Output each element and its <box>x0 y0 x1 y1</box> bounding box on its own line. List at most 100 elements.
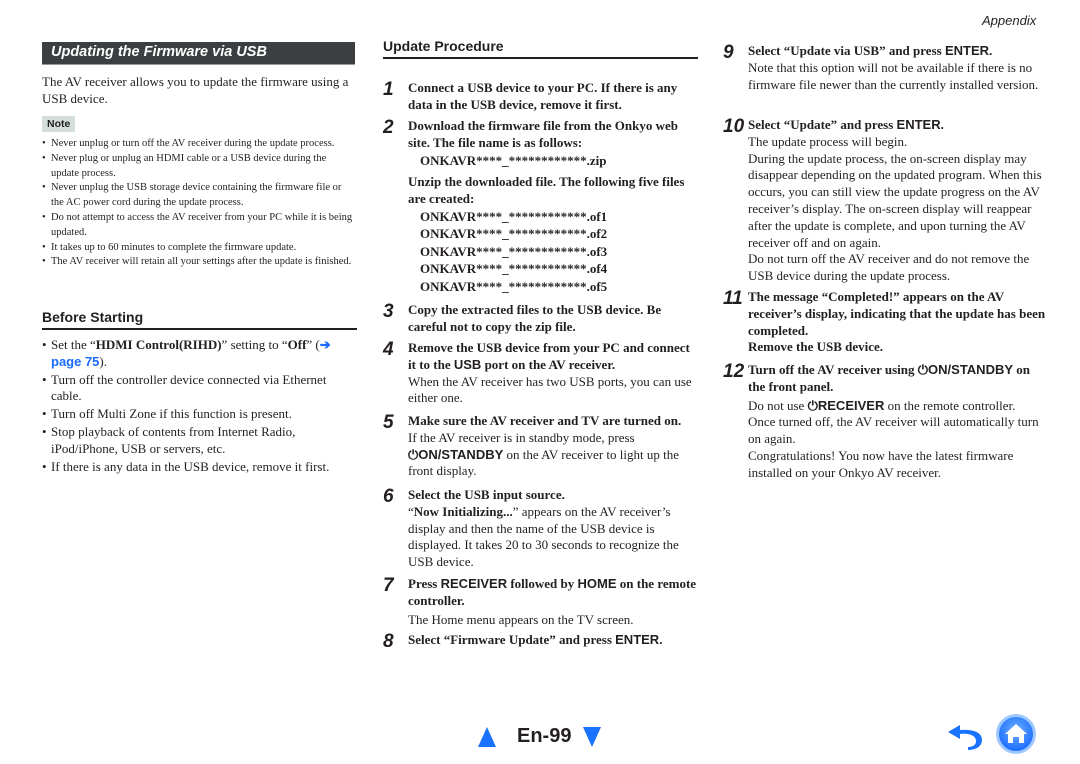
step-description: Do not use ⏻RECEIVER on the remote contr… <box>748 398 1048 415</box>
step-title: Select the USB input source. <box>408 487 565 502</box>
step-7: 7 Press RECEIVER followed by HOME on the… <box>383 576 703 628</box>
text: . <box>989 43 993 58</box>
home-key: HOME <box>577 576 617 591</box>
step-description: “Now Initializing...” appears on the AV … <box>408 504 698 571</box>
next-page-icon[interactable] <box>583 727 601 747</box>
status-message: Now Initializing... <box>413 503 513 519</box>
step-number: 7 <box>383 575 394 596</box>
extracted-filename: ONKAVR****_************.of2 <box>420 226 608 242</box>
note-list: Never unplug or turn off the AV receiver… <box>42 137 355 270</box>
text: ). <box>99 353 108 369</box>
step-warning: Do not turn off the AV receiver and do n… <box>748 251 1030 284</box>
step-number: 8 <box>383 631 394 652</box>
step-number: 11 <box>723 288 743 309</box>
step-12: 12 Turn off the AV receiver using ⏻ON/ST… <box>723 362 1048 482</box>
step-title: Connect a USB device to your PC. If ther… <box>408 80 678 112</box>
step-description: The Home menu appears on the TV screen. <box>408 611 634 627</box>
step-title: Select “Update via USB” and press ENTER. <box>748 43 1048 60</box>
update-procedure-heading: Update Procedure <box>383 38 698 59</box>
step-6: 6 Select the USB input source. “Now Init… <box>383 487 698 571</box>
note-item: Do not attempt to access the AV receiver… <box>42 211 355 241</box>
step-9: 9 Select “Update via USB” and press ENTE… <box>723 43 1048 93</box>
before-starting-heading: Before Starting <box>42 309 357 330</box>
text: . <box>940 117 944 132</box>
extracted-filename: ONKAVR****_************.of5 <box>420 278 608 294</box>
enter-key: ENTER <box>896 117 941 132</box>
section-banner: Updating the Firmware via USB <box>42 42 355 65</box>
text: followed by <box>507 576 578 591</box>
intro-text: The AV receiver allows you to update the… <box>42 74 349 106</box>
step-2: 2 Download the firmware file from the On… <box>383 118 698 295</box>
step-description: Note that this option will not be availa… <box>748 59 1039 92</box>
step-title: Select “Firmware Update” and press ENTER… <box>408 632 703 649</box>
text: port on the AV receiver. <box>481 356 616 372</box>
setting-value: Off <box>287 337 307 352</box>
step-4: 4 Remove the USB device from your PC and… <box>383 340 698 407</box>
note-item: Never plug or unplug an HDMI cable or a … <box>42 152 355 182</box>
text: ” ( <box>306 337 320 352</box>
before-item: If there is any data in the USB device, … <box>42 459 357 476</box>
step-number: 6 <box>383 486 394 507</box>
before-item: Turn off the controller device connected… <box>42 372 357 406</box>
before-item: Set the “HDMI Control(RIHD)” setting to … <box>42 337 357 371</box>
text: on the remote controller. <box>884 397 1016 413</box>
before-starting-list: Set the “HDMI Control(RIHD)” setting to … <box>42 337 357 475</box>
step-description: Once turned off, the AV receiver will au… <box>748 414 1039 447</box>
text: If the AV receiver is in standby mode, p… <box>408 429 635 445</box>
note-label: Note <box>42 116 76 132</box>
before-item: Stop playback of contents from Internet … <box>42 424 357 458</box>
before-item: Turn off Multi Zone if this function is … <box>42 406 357 423</box>
step-5: 5 Make sure the AV receiver and TV are t… <box>383 413 703 480</box>
step-description: The update process will begin. <box>748 133 908 149</box>
enter-key: ENTER <box>615 632 660 647</box>
note-item: Never unplug or turn off the AV receiver… <box>42 137 355 152</box>
firmware-intro-section: Updating the Firmware via USB The AV rec… <box>42 42 355 270</box>
unzip-instruction: Unzip the downloaded file. The following… <box>408 174 685 206</box>
step-title: Press RECEIVER followed by HOME on the r… <box>408 576 703 610</box>
step-1: 1 Connect a USB device to your PC. If th… <box>383 80 698 114</box>
step-number: 9 <box>723 42 734 63</box>
text: Set the “ <box>51 337 96 352</box>
step-8: 8 Select “Firmware Update” and press ENT… <box>383 631 703 652</box>
step-number: 3 <box>383 301 394 322</box>
usb-key: USB <box>453 356 482 372</box>
home-icon[interactable] <box>995 713 1037 755</box>
step-title: Select “Update” and press ENTER. <box>748 117 1048 134</box>
step-11: 11 The message “Completed!” appears on t… <box>723 289 1048 356</box>
step-number: 2 <box>383 117 394 138</box>
step-10: 10 Select “Update” and press ENTER. The … <box>723 117 1048 285</box>
note-item: Never unplug the USB storage device cont… <box>42 181 355 211</box>
step-number: 5 <box>383 412 394 433</box>
extracted-filename: ONKAVR****_************.of1 <box>420 208 608 224</box>
setting-name: HDMI Control(RIHD) <box>95 337 222 352</box>
step-number: 1 <box>383 79 394 100</box>
step-number: 10 <box>723 116 745 137</box>
extracted-filename: ONKAVR****_************.of3 <box>420 243 608 259</box>
step-description: Congratulations! You now have the latest… <box>748 447 1014 480</box>
step-title: Remove the USB device from your PC and c… <box>408 340 698 374</box>
text: . <box>659 632 663 647</box>
step-number: 4 <box>383 339 394 360</box>
step-title: Copy the extracted files to the USB devi… <box>408 302 662 334</box>
text: Select “Update” and press <box>748 117 897 132</box>
note-item: It takes up to 60 minutes to complete th… <box>42 241 355 256</box>
step-title: Make sure the AV receiver and TV are tur… <box>408 413 682 428</box>
section-label: Appendix <box>982 13 1037 28</box>
step-title-2: Remove the USB device. <box>748 339 884 355</box>
update-procedure-heading-wrap: Update Procedure <box>383 38 698 59</box>
previous-page-icon[interactable] <box>478 727 496 747</box>
note-item: The AV receiver will retain all your set… <box>42 255 355 270</box>
step-3: 3 Copy the extracted files to the USB de… <box>383 302 698 336</box>
text: Press <box>408 576 441 591</box>
step-number: 12 <box>723 361 745 382</box>
zip-filename: ONKAVR****_************.zip <box>420 152 607 168</box>
extracted-filename: ONKAVR****_************.of4 <box>420 261 608 277</box>
before-starting-section: Before Starting Set the “HDMI Control(RI… <box>42 309 357 476</box>
back-arrow-icon[interactable] <box>946 719 986 751</box>
text: Turn off the AV receiver using <box>748 362 918 377</box>
enter-key: ENTER <box>944 43 990 58</box>
step-description: If the AV receiver is in standby mode, p… <box>408 430 703 480</box>
page-number: En-99 <box>517 725 572 747</box>
text: ” setting to “ <box>221 337 288 352</box>
step-title: Download the firmware file from the Onky… <box>408 118 678 150</box>
